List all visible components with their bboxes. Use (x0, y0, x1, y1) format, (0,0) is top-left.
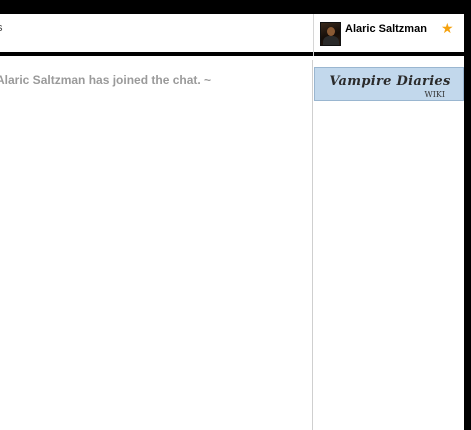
window-right-border (464, 0, 471, 430)
user-list-sidebar: Vampire Diaries WIKI (312, 60, 464, 430)
chat-window: s i Alaric Saltzman ★ Alaric Saltzman ha… (0, 0, 471, 430)
user-name[interactable]: Alaric Saltzman (345, 23, 427, 35)
user-avatar[interactable] (320, 22, 341, 46)
wiki-tag: WIKI (424, 90, 445, 99)
chat-header: s i Alaric Saltzman ★ (0, 14, 464, 56)
wiki-logo-text: Vampire Diaries (329, 74, 451, 89)
room-title: s (0, 22, 3, 35)
star-icon[interactable]: ★ (441, 21, 454, 35)
avatar-body (323, 36, 339, 45)
header-divider (313, 14, 314, 56)
avatar-face (327, 27, 335, 36)
chat-messages: Alaric Saltzman has joined the chat. ~ (0, 60, 313, 430)
wiki-logo-banner[interactable]: Vampire Diaries WIKI (314, 67, 464, 101)
system-message-join: Alaric Saltzman has joined the chat. ~ (0, 73, 212, 87)
window-top-border (0, 0, 471, 14)
